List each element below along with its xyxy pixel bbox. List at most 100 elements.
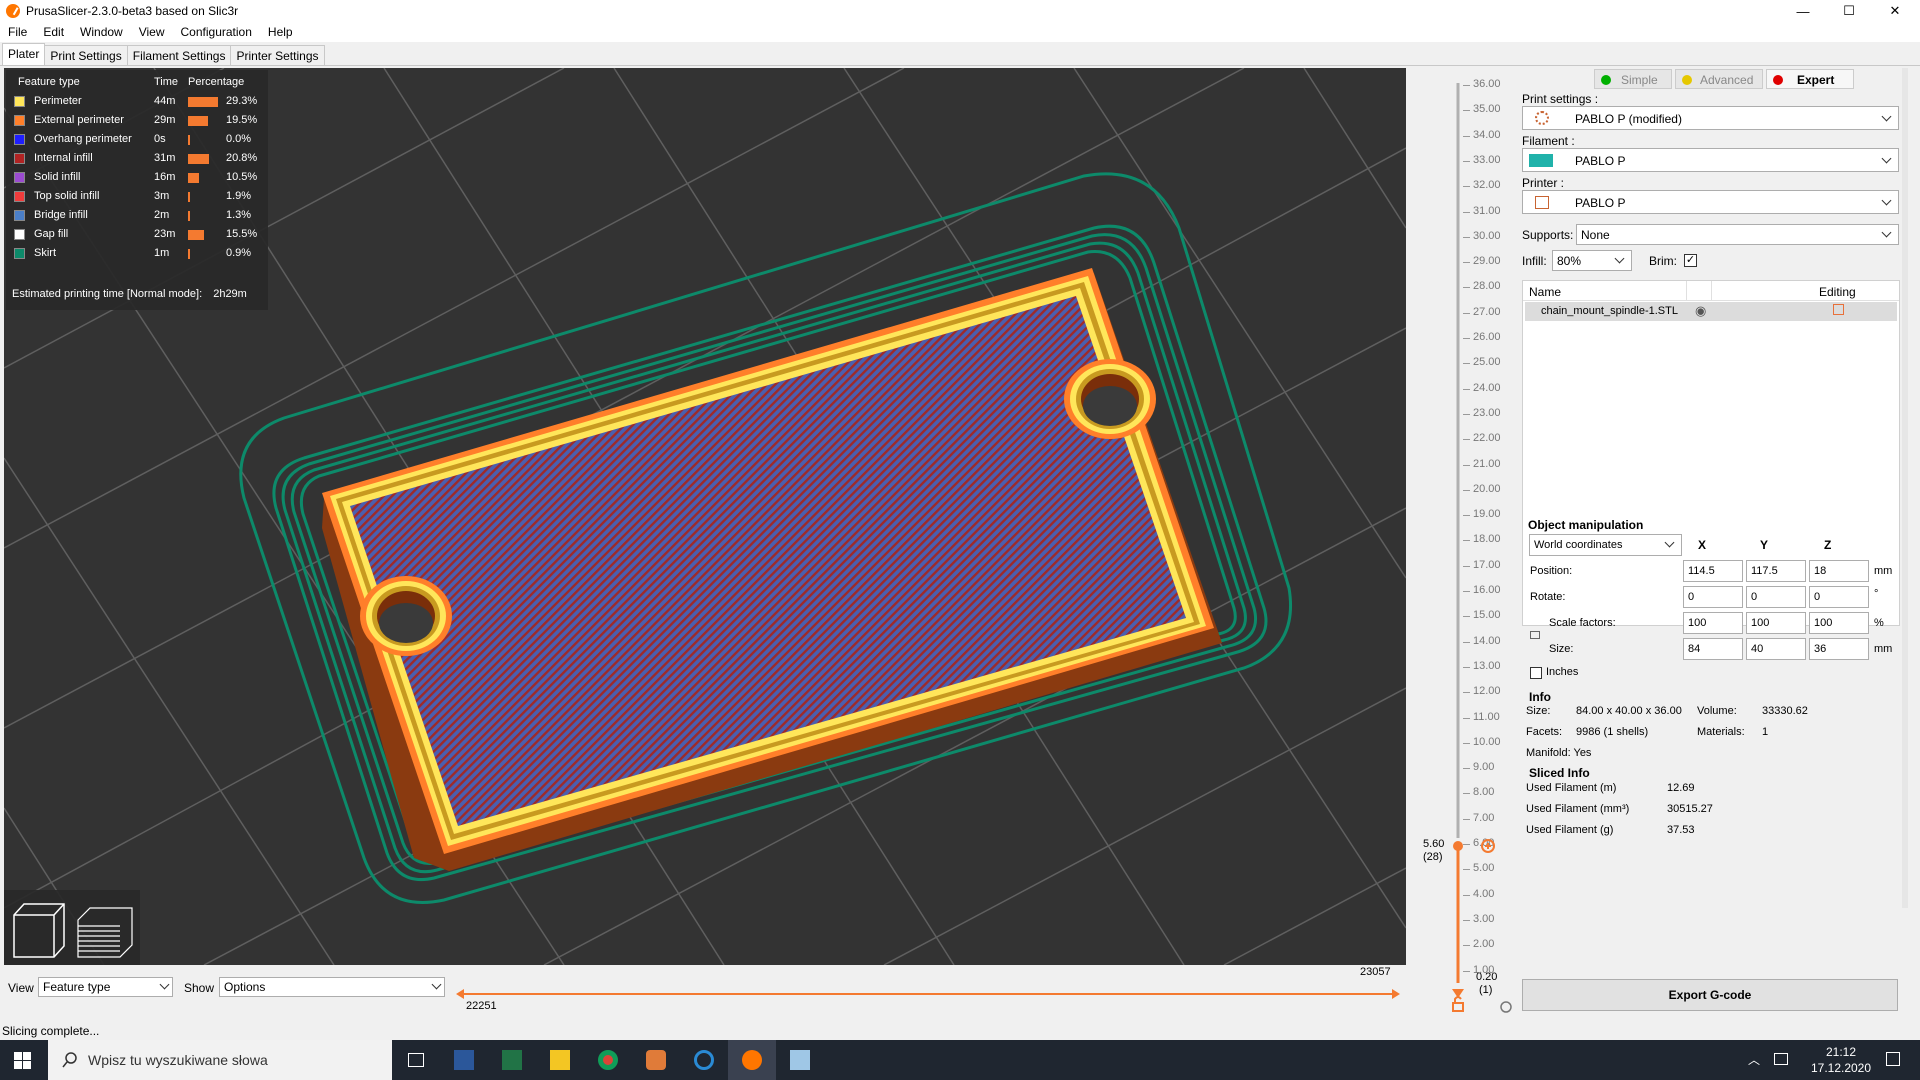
legend-row[interactable]: Overhang perimeter 0s 0.0% (12, 132, 262, 148)
chevron-down-icon (1881, 195, 1892, 206)
windows-start-icon[interactable] (14, 1052, 31, 1069)
printer-label: Printer : (1522, 176, 1565, 190)
scale-y-input[interactable]: 100 (1746, 612, 1806, 634)
eye-icon[interactable]: ◉ (1695, 303, 1706, 319)
legend-feature-name: Perimeter (34, 95, 82, 107)
mode-expert-button[interactable]: Expert (1766, 69, 1854, 89)
task-view-icon (408, 1053, 424, 1067)
size-z-input[interactable]: 36 (1809, 638, 1869, 660)
task-view-button[interactable] (392, 1040, 440, 1080)
estimated-time: Estimated printing time [Normal mode]: 2… (12, 288, 247, 300)
taskbar-prusaslicer[interactable] (728, 1040, 776, 1080)
window-title: PrusaSlicer-2.3.0-beta3 based on Slic3r (26, 4, 239, 18)
taskbar-excel[interactable] (488, 1040, 536, 1080)
rotate-label: Rotate: (1530, 591, 1566, 603)
sync-icon (694, 1050, 714, 1070)
tab-bar: Plater Print Settings Filament Settings … (0, 43, 1920, 66)
legend-feature-bar (188, 211, 190, 221)
legend-feature-name: Bridge infill (34, 209, 88, 221)
taskbar-app-notes[interactable] (776, 1040, 824, 1080)
supports-select[interactable]: None (1576, 224, 1899, 245)
infill-select[interactable]: 80% (1552, 250, 1632, 271)
minimize-button[interactable]: — (1780, 0, 1826, 22)
legend-color-swatch (14, 191, 25, 202)
show-options-select[interactable]: Options (219, 977, 445, 997)
legend-row[interactable]: Solid infill 16m 10.5% (12, 170, 262, 186)
tab-printer-settings[interactable]: Printer Settings (230, 45, 325, 65)
size-y-input[interactable]: 40 (1746, 638, 1806, 660)
position-z-input[interactable]: 18 (1809, 560, 1869, 582)
legend-row[interactable]: Bridge infill 2m 1.3% (12, 208, 262, 224)
close-button[interactable]: ✕ (1872, 0, 1918, 22)
edit-icon[interactable] (1833, 304, 1844, 315)
tab-filament-settings[interactable]: Filament Settings (126, 45, 232, 65)
chevron-up-icon[interactable]: ︿ (1748, 1051, 1760, 1068)
v-slider-current-layer: (28) (1423, 851, 1443, 863)
sidebar-scrollbar[interactable] (1902, 68, 1908, 908)
printer-select[interactable]: PABLO P (1522, 190, 1899, 214)
position-x-input[interactable]: 114.5 (1683, 560, 1743, 582)
rotate-x-input[interactable]: 0 (1683, 586, 1743, 608)
mode-expert-label: Expert (1797, 73, 1835, 87)
taskbar-explorer[interactable] (536, 1040, 584, 1080)
legend-color-swatch (14, 115, 25, 126)
taskbar-chrome[interactable] (584, 1040, 632, 1080)
mode-advanced-button[interactable]: Advanced (1675, 69, 1763, 89)
legend-header-time: Time (154, 76, 179, 88)
chevron-down-icon (1881, 227, 1892, 238)
hole-right (1064, 359, 1156, 439)
chevron-down-icon (159, 979, 170, 990)
axis-y-label: Y (1760, 538, 1769, 552)
menu-configuration[interactable]: Configuration (173, 25, 260, 39)
notifications-icon[interactable] (1886, 1052, 1900, 1066)
position-unit: mm (1874, 565, 1893, 577)
legend-color-swatch (14, 96, 25, 107)
rotate-y-input[interactable]: 0 (1746, 586, 1806, 608)
column-editing[interactable]: Editing (1819, 285, 1856, 299)
network-icon[interactable] (1774, 1053, 1788, 1065)
position-y-input[interactable]: 117.5 (1746, 560, 1806, 582)
legend-row[interactable]: Gap fill 23m 15.5% (12, 227, 262, 243)
inches-checkbox[interactable] (1530, 667, 1542, 679)
coordinates-select[interactable]: World coordinates (1529, 534, 1682, 556)
brim-checkbox[interactable]: ✓ (1684, 254, 1697, 267)
tab-print-settings[interactable]: Print Settings (44, 45, 128, 65)
print-settings-select[interactable]: PABLO P (modified) (1522, 106, 1899, 130)
legend-row[interactable]: Internal infill 31m 20.8% (12, 151, 262, 167)
column-name[interactable]: Name (1529, 285, 1561, 299)
lock-icon[interactable] (1530, 631, 1540, 639)
menu-file[interactable]: File (0, 25, 35, 39)
menu-edit[interactable]: Edit (35, 25, 72, 39)
tab-plater[interactable]: Plater (2, 43, 46, 65)
export-gcode-button[interactable]: Export G-code (1522, 979, 1898, 1011)
mode-simple-button[interactable]: Simple (1594, 69, 1672, 89)
taskbar-clock[interactable]: 21:12 17.12.2020 (1808, 1044, 1874, 1076)
menu-help[interactable]: Help (260, 25, 301, 39)
view-type-select[interactable]: Feature type (38, 977, 173, 997)
horizontal-slider[interactable] (455, 974, 1407, 1004)
rotate-z-input[interactable]: 0 (1809, 586, 1869, 608)
legend-row[interactable]: Perimeter 44m 29.3% (12, 94, 262, 110)
menu-window[interactable]: Window (72, 25, 131, 39)
filament-select[interactable]: PABLO P (1522, 148, 1899, 172)
chevron-down-icon (1664, 537, 1675, 548)
taskbar-app-shield[interactable] (632, 1040, 680, 1080)
scale-x-input[interactable]: 100 (1683, 612, 1743, 634)
lock-icon (1452, 1002, 1464, 1012)
legend-row[interactable]: External perimeter 29m 19.5% (12, 113, 262, 129)
print-settings-value: PABLO P (modified) (1575, 112, 1682, 126)
size-x-input[interactable]: 84 (1683, 638, 1743, 660)
legend-row[interactable]: Top solid infill 3m 1.9% (12, 189, 262, 205)
legend-color-swatch (14, 248, 25, 259)
scale-z-input[interactable]: 100 (1809, 612, 1869, 634)
legend-feature-bar (188, 154, 209, 164)
maximize-button[interactable]: ☐ (1826, 0, 1872, 22)
menu-view[interactable]: View (131, 25, 173, 39)
taskbar-word[interactable] (440, 1040, 488, 1080)
object-row[interactable]: chain_mount_spindle-1.STL ◉ (1525, 302, 1897, 321)
taskbar-search[interactable]: Wpisz tu wyszukiwane słowa (48, 1040, 392, 1080)
size-label: Size: (1549, 643, 1574, 655)
legend-row[interactable]: Skirt 1m 0.9% (12, 246, 262, 262)
taskbar-app-arrows[interactable] (680, 1040, 728, 1080)
vertical-slider[interactable] (1406, 68, 1512, 1020)
